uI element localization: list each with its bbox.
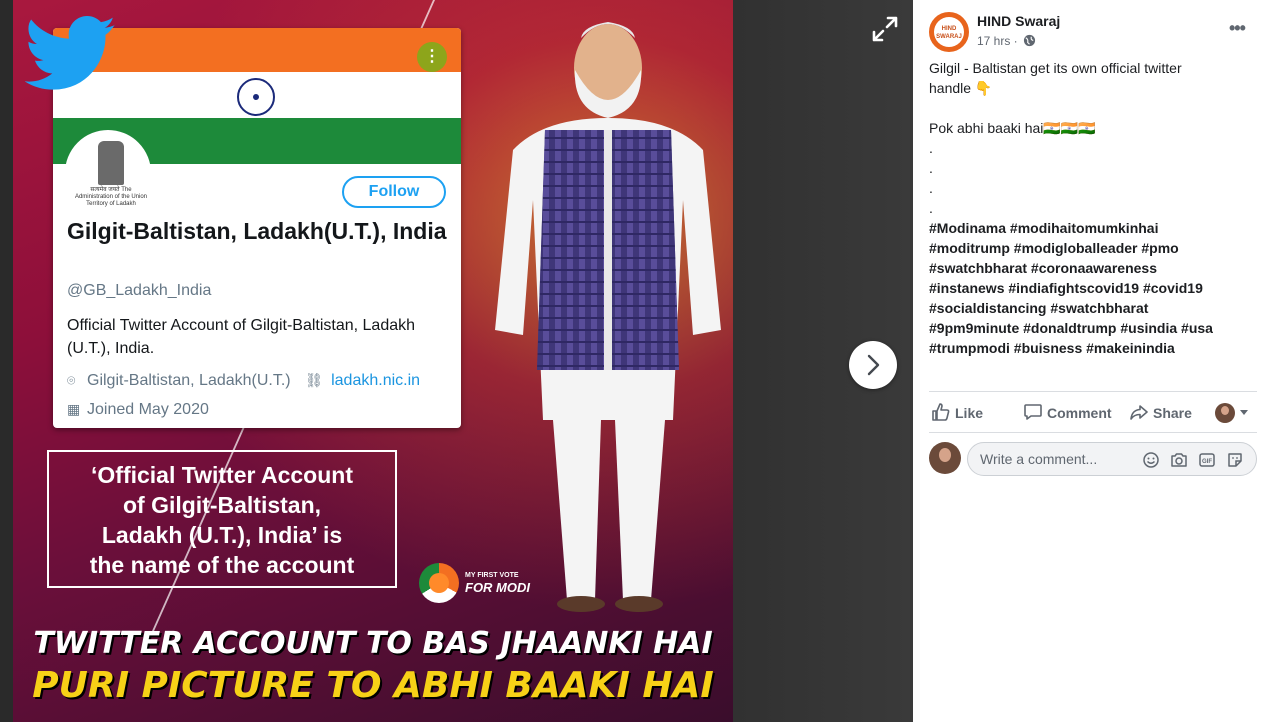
caret-down-icon — [1240, 410, 1248, 415]
post-image[interactable]: ⋮ सत्यमेव जयते The Administration of the… — [13, 0, 733, 722]
account-bio: Official Twitter Account of Gilgit-Balti… — [67, 317, 416, 357]
vote-logo-big-text: FOR MODI — [465, 580, 530, 595]
emblem-icon — [98, 141, 124, 185]
hashtag-line[interactable]: #trumpmodi #buisness #makeinindia — [929, 338, 1259, 358]
post-text-line: Gilgil - Baltistan get its own official … — [929, 60, 1182, 76]
hashtag-line[interactable]: #swatchbharat #coronaawareness — [929, 258, 1259, 278]
divider — [929, 432, 1257, 433]
twitter-bird-icon — [25, 16, 116, 90]
camera-icon[interactable] — [1170, 451, 1188, 469]
divider — [929, 391, 1257, 392]
page-name-link[interactable]: HIND Swaraj — [977, 13, 1060, 29]
follow-button: Follow — [342, 176, 446, 208]
fullscreen-expand-icon[interactable] — [868, 12, 902, 46]
post-hashtags[interactable]: #Modinama #modihaitomumkinhai #moditrump… — [929, 218, 1259, 358]
post-text-line: . — [929, 180, 933, 196]
emoji-icon[interactable] — [1142, 451, 1160, 469]
account-joined: Joined May 2020 — [87, 401, 209, 418]
account-location: Gilgit-Baltistan, Ladakh(U.T.) — [87, 372, 291, 389]
post-text: Gilgil - Baltistan get its own official … — [929, 58, 1259, 218]
svg-text:GIF: GIF — [1202, 459, 1212, 465]
comment-composer[interactable]: GIF — [967, 442, 1257, 476]
photo-viewer: ⋮ सत्यमेव जयते The Administration of the… — [0, 0, 913, 722]
gif-icon[interactable]: GIF — [1198, 451, 1216, 469]
share-button[interactable]: Share — [1129, 402, 1209, 424]
page-avatar-logo: HIND SWARAJ — [934, 17, 964, 47]
page-avatar[interactable]: HIND SWARAJ — [929, 12, 969, 52]
calendar-icon: ▦ — [67, 401, 81, 417]
quote-line: Ladakh (U.T.), India’ is — [101, 522, 343, 548]
like-button[interactable]: Like — [931, 402, 991, 424]
comment-input[interactable] — [980, 443, 1130, 475]
hashtag-line[interactable]: #socialdistancing #swatchbharat — [929, 298, 1259, 318]
post-action-bar: Like Comment Share — [929, 396, 1257, 430]
comment-button[interactable]: Comment — [1023, 402, 1123, 424]
vote-logo-small-text: MY FIRST VOTE — [465, 572, 519, 579]
post-text-line: . — [929, 140, 933, 156]
comment-label: Comment — [1047, 405, 1112, 421]
post-timestamp[interactable]: 17 hrs · — [977, 34, 1018, 48]
share-arrow-icon — [1130, 405, 1148, 420]
headline-bottom: PURI PICTURE TO ABHI BAAKI HAI — [32, 665, 714, 706]
quote-line: the name of the account — [89, 552, 355, 578]
post-text-line: handle 👇 — [929, 80, 993, 96]
link-icon: ⛓ — [305, 372, 323, 388]
hashtag-line[interactable]: #instanews #indiafightscovid19 #covid19 — [929, 278, 1259, 298]
globe-icon — [1023, 34, 1036, 47]
like-label: Like — [955, 405, 984, 421]
vote-logo-icon — [419, 563, 459, 603]
quote-box: ‘Official Twitter Account of Gilgit-Balt… — [47, 450, 397, 588]
hashtag-line[interactable]: #9pm9minute #donaldtrump #usindia #usa — [929, 318, 1259, 338]
share-label: Share — [1153, 405, 1192, 421]
account-handle: @GB_Ladakh_India — [67, 282, 212, 299]
emblem-caption: सत्यमेव जयते The Administration of the U… — [74, 187, 148, 207]
hashtag-line[interactable]: #moditrump #modigloballeader #pmo — [929, 238, 1259, 258]
chevron-right-icon — [867, 354, 880, 376]
emblem-avatar: सत्यमेव जयते The Administration of the U… — [65, 130, 151, 216]
comment-bubble-icon — [1024, 404, 1042, 420]
selector-avatar — [1215, 403, 1235, 423]
post-text-line: . — [929, 200, 933, 216]
more-dots-icon: ⋮ — [417, 42, 447, 72]
reaction-identity-selector[interactable] — [1215, 403, 1255, 425]
post-text-line — [929, 98, 1259, 118]
headline-top: TWITTER ACCOUNT TO BAS JHAANKI HAI — [33, 626, 713, 661]
next-photo-button[interactable] — [849, 341, 897, 389]
account-location-row: ⌾ Gilgit-Baltistan, Ladakh(U.T.) ⛓ ladakh.… — [67, 372, 420, 390]
account-name: Gilgit-Baltistan, Ladakh(U.T.), India — [67, 218, 447, 244]
post-sidebar: HIND SWARAJ HIND Swaraj 17 hrs · ••• Gil… — [913, 0, 1273, 722]
account-link: ladakh.nic.in — [331, 372, 421, 389]
sticker-icon[interactable] — [1226, 451, 1244, 469]
account-joined-row: ▦ Joined May 2020 — [67, 401, 209, 419]
thumbs-up-icon — [932, 403, 950, 421]
hashtag-line[interactable]: #Modinama #modihaitomumkinhai — [929, 218, 1259, 238]
commenter-avatar[interactable] — [929, 442, 961, 474]
quote-line: ‘Official Twitter Account — [91, 462, 353, 488]
more-options-icon[interactable]: ••• — [1229, 18, 1249, 38]
ashoka-chakra-icon — [237, 78, 275, 116]
post-text-line: Pok abhi baaki hai🇮🇳🇮🇳🇮🇳 — [929, 120, 1096, 136]
quote-line: of Gilgit-Baltistan, — [122, 492, 322, 518]
vote-for-modi-logo: MY FIRST VOTE FOR MODI — [419, 563, 530, 603]
post-text-line: . — [929, 160, 933, 176]
quote-text: ‘Official Twitter Account of Gilgit-Balt… — [49, 460, 395, 580]
location-pin-icon: ⌾ — [67, 372, 76, 388]
person-figure — [495, 22, 721, 612]
